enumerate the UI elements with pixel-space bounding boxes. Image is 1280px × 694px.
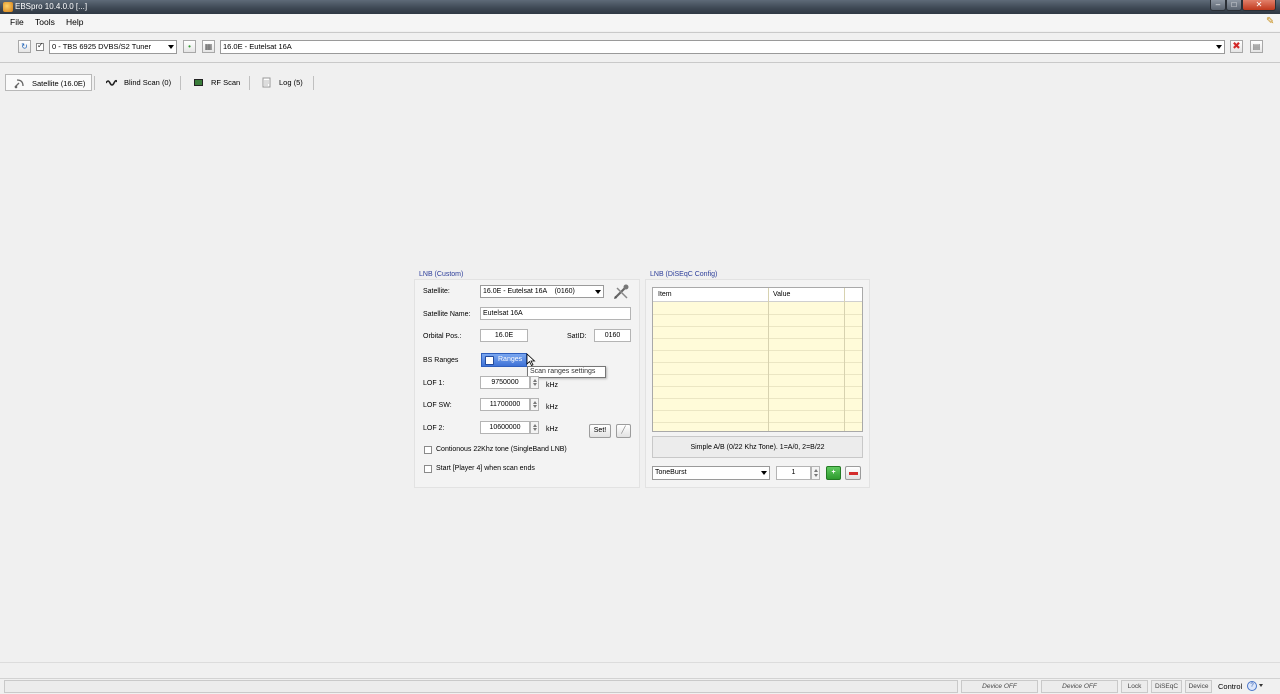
tuner-select-value: 0 - TBS 6925 DVBS/S2 Tuner	[52, 42, 152, 51]
tab-separator	[94, 76, 95, 90]
column-divider	[768, 288, 769, 431]
lof2-input[interactable]: 10600000	[480, 421, 530, 434]
diseqc-mode-value: ToneBurst	[655, 469, 687, 476]
tuner-select[interactable]: 0 - TBS 6925 DVBS/S2 Tuner	[49, 40, 177, 54]
satellite-name-label: Satellite Name:	[423, 311, 471, 318]
set-button[interactable]: Set!	[589, 424, 611, 438]
lof1-spinner[interactable]	[530, 376, 539, 389]
status-diseqc: DiSEqC	[1151, 680, 1182, 693]
lnb-diseqc-title: LNB (DiSEqC Config)	[650, 271, 718, 278]
bs-ranges-label: BS Ranges	[423, 357, 459, 364]
column-header-item[interactable]: Item	[658, 288, 672, 302]
add-icon[interactable]: +	[826, 466, 841, 480]
mouse-cursor-icon	[526, 353, 536, 366]
grid-icon[interactable]: ▦	[202, 40, 215, 53]
status-divider	[0, 662, 1280, 663]
lofsw-label: LOF SW:	[423, 402, 452, 409]
orbital-pos-input[interactable]: 16.0E	[480, 329, 528, 342]
tab-separator	[249, 76, 250, 90]
satellite-label: Satellite:	[423, 288, 450, 295]
tab-blind-scan-label: Blind Scan (0)	[124, 78, 172, 87]
monitor-icon	[194, 79, 203, 86]
menu-file[interactable]: File	[10, 17, 24, 27]
control-icon[interactable]: ?	[1247, 681, 1257, 691]
tab-log[interactable]: Log (5)	[253, 74, 311, 91]
title-bar	[0, 0, 1280, 14]
status-device-off-2: Device OFF	[1041, 680, 1118, 693]
lof1-label: LOF 1:	[423, 380, 445, 387]
continuous-tone-label: Contionous 22Khz tone (SingleBand LNB)	[436, 446, 567, 453]
diseqc-port-input[interactable]: 1	[776, 466, 811, 480]
diseqc-table[interactable]: Item Value	[652, 287, 863, 432]
document-icon	[262, 77, 271, 88]
lof2-unit: kHz	[546, 426, 559, 433]
menu-bar	[0, 14, 1280, 31]
start-player-label: Start [Player 4] when scan ends	[436, 465, 535, 472]
satid-input[interactable]: 0160	[594, 329, 631, 342]
status-lock: Lock	[1121, 680, 1148, 693]
tab-rf-scan[interactable]: RF Scan	[185, 74, 245, 91]
diseqc-mode-select[interactable]: ToneBurst	[652, 466, 770, 480]
status-device-off-1: Device OFF	[961, 680, 1038, 693]
continuous-tone-checkbox[interactable]	[424, 446, 432, 454]
tab-separator	[180, 76, 181, 90]
tab-satellite-label: Satellite (16.0E)	[32, 79, 86, 88]
lofsw-input[interactable]: 11700000	[480, 398, 530, 411]
table-header: Item Value	[653, 288, 862, 302]
maximize-button[interactable]: □	[1226, 0, 1242, 11]
lof2-label: LOF 2:	[423, 425, 445, 432]
ranges-button[interactable]: Ranges	[481, 353, 527, 367]
menu-divider	[0, 32, 1280, 33]
control-menu[interactable]: Control	[1218, 682, 1242, 691]
menu-help[interactable]: Help	[66, 17, 83, 27]
edit-icon[interactable]: ╱	[616, 424, 631, 438]
wave-icon	[106, 79, 117, 86]
minimize-button[interactable]: –	[1210, 0, 1226, 11]
satellite-dish-icon	[14, 79, 24, 89]
toolbar-divider	[0, 62, 1280, 63]
lofsw-spinner[interactable]	[530, 398, 539, 411]
column-divider	[844, 288, 845, 431]
satellite-select[interactable]: 16.0E - Eutelsat 16A	[220, 40, 1225, 54]
window-title: EBSpro 10.4.0.0 [...]	[15, 2, 88, 11]
status-device: Device	[1185, 680, 1212, 693]
start-player-checkbox[interactable]	[424, 465, 432, 473]
minus-icon	[849, 472, 858, 475]
tab-blind-scan[interactable]: Blind Scan (0)	[98, 74, 178, 91]
lnb-custom-title: LNB (Custom)	[419, 271, 464, 278]
satellite-name-input[interactable]: Eutelsat 16A	[480, 307, 631, 320]
orbital-pos-label: Orbital Pos.:	[423, 333, 462, 340]
close-window-button[interactable]: ✕	[1242, 0, 1276, 11]
lof1-unit: kHz	[546, 382, 559, 389]
refresh-icon[interactable]: ↻	[18, 40, 31, 53]
tab-satellite[interactable]: Satellite (16.0E)	[5, 74, 92, 91]
ranges-icon	[485, 356, 494, 365]
delete-icon[interactable]: ✖	[1230, 40, 1243, 53]
tab-log-label: Log (5)	[279, 78, 303, 87]
save-icon[interactable]: ▤	[1250, 40, 1263, 53]
satellite-tool-icon[interactable]	[612, 283, 632, 301]
check-mark-icon: ✓	[37, 41, 44, 50]
control-dropdown-icon[interactable]	[1259, 684, 1263, 687]
lnb-satellite-select[interactable]: 16.0E - Eutelsat 16A (0160)	[480, 285, 604, 298]
column-header-value[interactable]: Value	[773, 288, 790, 302]
ranges-button-label: Ranges	[498, 356, 523, 363]
satellite-select-value: 16.0E - Eutelsat 16A	[223, 42, 292, 51]
remove-icon[interactable]	[845, 466, 861, 480]
tab-separator	[313, 76, 314, 90]
lofsw-unit: kHz	[546, 404, 559, 411]
diseqc-port-spinner[interactable]	[811, 466, 820, 480]
add-tuner-icon[interactable]: •	[183, 40, 196, 53]
diseqc-description: Simple A/B (0/22 Khz Tone). 1=A/0, 2=B/2…	[652, 436, 863, 458]
status-progress-area	[4, 680, 958, 693]
table-body	[653, 303, 862, 431]
lof2-spinner[interactable]	[530, 421, 539, 434]
lof1-input[interactable]: 9750000	[480, 376, 530, 389]
tab-rf-scan-label: RF Scan	[211, 78, 241, 87]
pin-icon[interactable]: ✎	[1266, 17, 1276, 27]
menu-tools[interactable]: Tools	[35, 17, 55, 27]
lnb-satellite-value: 16.0E - Eutelsat 16A (0160)	[483, 288, 575, 295]
app-icon	[3, 2, 13, 12]
satid-label: SatID:	[567, 333, 587, 340]
